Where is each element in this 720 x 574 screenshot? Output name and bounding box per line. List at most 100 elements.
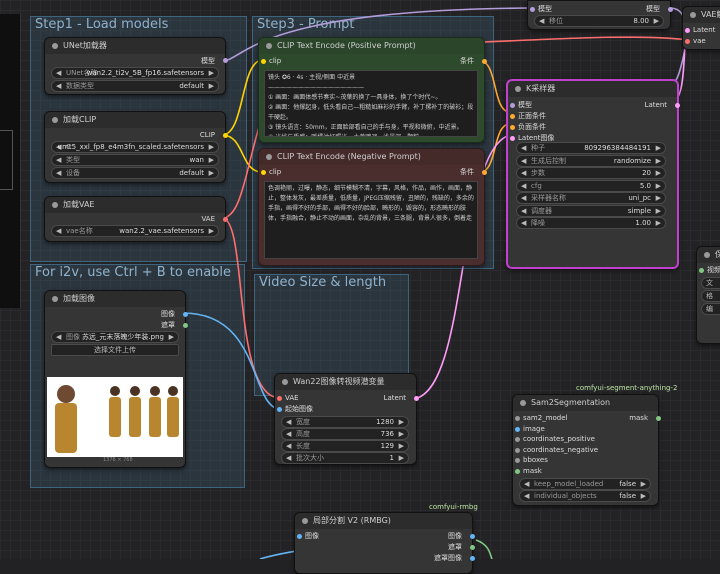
node-save-video[interactable]: 保 视频 文 格 编	[696, 246, 720, 344]
save-video-port[interactable]	[699, 268, 704, 273]
node-vae-loader[interactable]: 加载VAE VAE ◀ vae名称 wan2.2_vae.safetensors ▶	[44, 196, 228, 242]
vae-output-port[interactable]	[223, 217, 228, 222]
ksampler-output-label: Latent	[644, 101, 667, 109]
clip-type-combo[interactable]: ◀ 类型 wan ▶	[51, 154, 219, 166]
wan22-vae-input-port[interactable]	[277, 396, 282, 401]
node-clip-loader[interactable]: 加载CLIP CLIP ◀ Cumt5_xxl_fp8_e4m3fn_scaled…	[44, 111, 228, 183]
rmbg-output-image-port[interactable]	[470, 534, 475, 539]
rmbg-output-maskimage-label: 遮罩图像	[434, 554, 462, 562]
node-sam2-segmentation[interactable]: Sam2Segmentation mask sam2_model image coo…	[512, 394, 661, 506]
ksampler-widget-0[interactable]: ◀ 种子 809296384484191 ▶	[516, 142, 666, 154]
load-image-output-image-label: 图像	[161, 310, 175, 318]
node-save-title: 保	[697, 247, 720, 263]
pos-output-port[interactable]	[482, 59, 487, 64]
node-model-sampling[interactable]: 模型 模型 ◀ 移位 8.00 ▶	[527, 0, 673, 30]
wan22-start-image-port[interactable]	[277, 407, 282, 412]
sam-input-5-port[interactable]	[515, 468, 520, 474]
wan22-widget-2[interactable]: ◀ 长度 129 ▶	[281, 440, 409, 452]
neg-clip-input-label: clip	[269, 168, 282, 176]
ksampler-widget-4[interactable]: ◀ 采样器名称 uni_pc ▶	[516, 192, 666, 204]
link-clip-pos	[221, 59, 263, 136]
load-image-output-mask-label: 遮罩	[161, 321, 175, 329]
ksampler-widget-6[interactable]: ◀ 降噪 1.00 ▶	[516, 217, 666, 229]
neg-clip-input-port[interactable]	[261, 170, 266, 175]
ksampler-input-0-port[interactable]	[510, 103, 515, 108]
wan22-start-image-label: 起始图像	[285, 405, 313, 413]
sam-widget-1[interactable]: ◀ individual_objects false ▶	[519, 490, 651, 502]
node-load-image[interactable]: 加载图像 图像 遮罩 ◀ 图像 苏远_元末落魄少年装.png ▶ 选择文件上传 137…	[44, 290, 188, 468]
unet-output-port[interactable]	[223, 58, 228, 63]
rmbg-image-input-port[interactable]	[297, 534, 302, 539]
node-unet-loader[interactable]: UNet加载器 模型 ◀ UNet名称 wan2.2_ti2v_5B_fp16.sa…	[44, 37, 228, 95]
image-size-label: 1376 × 768	[103, 457, 133, 463]
rmbg-output-mask-label: 遮罩	[448, 543, 462, 551]
ksampler-input-2-label: 负面条件	[518, 123, 546, 131]
load-image-output-mask-port[interactable]	[183, 323, 188, 328]
sam-input-1-port[interactable]	[515, 426, 520, 432]
vae-name-combo[interactable]: ◀ vae名称 wan2.2_vae.safetensors ▶	[51, 225, 219, 237]
ksampler-widget-1[interactable]: ◀ 生成后控制 randomize ▶	[516, 154, 666, 167]
pos-output-label: 条件	[460, 57, 474, 65]
sam-input-0-port[interactable]	[515, 416, 520, 421]
rmbg-output-mask-port[interactable]	[470, 545, 475, 550]
neg-output-label: 条件	[460, 168, 474, 176]
model-sampling-output-label: 模型	[646, 5, 660, 13]
positive-prompt-textarea[interactable]: 镜头 ✪6 · 4s · 主视/侧面 中近景 ———————————————— …	[264, 70, 478, 137]
clip-device-combo[interactable]: ◀ 设备 default ▶	[51, 167, 219, 179]
ksampler-input-2-port[interactable]	[510, 125, 515, 130]
save-format-combo[interactable]: 格	[701, 290, 720, 302]
vaedec-latent-label: Latent	[693, 26, 716, 34]
unet-dtype-combo[interactable]: ◀ 数据类型 default ▶	[51, 80, 219, 92]
wan22-output-port[interactable]	[414, 396, 419, 401]
save-filename-field[interactable]: 文	[701, 277, 720, 289]
link-mask-rmbg	[475, 539, 493, 559]
load-image-file-combo[interactable]: ◀ 图像 苏远_元末落魄少年装.png ▶	[51, 331, 179, 343]
ksampler-input-1-port[interactable]	[510, 114, 515, 119]
sam-output-port[interactable]	[656, 416, 661, 421]
model-sampling-input-port[interactable]	[530, 7, 535, 12]
node-positive-prompt[interactable]: CLIP Text Encode (Positive Prompt) clip …	[258, 37, 487, 143]
clip-output-port[interactable]	[223, 133, 228, 138]
preview-figures	[55, 385, 179, 453]
wan22-widget-1[interactable]: ◀ 高度 736 ▶	[281, 428, 409, 440]
negative-prompt-textarea[interactable]: 色调艳丽，过曝，静态，细节模糊不清，字幕，风格，作品，画作，画面，静止，整体发灰…	[264, 181, 478, 259]
node-rmbg[interactable]: 局部分割 V2 (RMBG) 图像 图像 遮罩 遮罩图像	[294, 512, 475, 574]
sam-input-3-port[interactable]	[515, 447, 520, 453]
sam-input-4-port[interactable]	[515, 458, 520, 463]
wan22-widget-3[interactable]: ◀ 批次大小 1 ▶	[281, 452, 409, 464]
model-sampling-input-label: 模型	[538, 5, 552, 13]
sam-input-5-label: mask	[523, 466, 542, 475]
sam-input-2-port[interactable]	[515, 437, 520, 442]
upload-button[interactable]: 选择文件上传	[51, 344, 179, 356]
sam-input-2-label: coordinates_positive	[523, 435, 595, 443]
pos-clip-input-port[interactable]	[261, 59, 266, 64]
save-codec-combo[interactable]: 编	[701, 303, 720, 315]
ksampler-input-3-port[interactable]	[510, 136, 515, 141]
vaedec-vae-port[interactable]	[685, 39, 690, 44]
node-sam2-title: Sam2Segmentation	[513, 395, 658, 411]
node-unet-title: UNet加载器	[45, 38, 225, 54]
rmbg-output-image-label: 图像	[448, 532, 462, 540]
sam-input-3-label: coordinates_negative	[523, 445, 599, 454]
sam-widget-0[interactable]: ◀ keep_model_loaded false ▶	[519, 478, 651, 490]
node-vae-title: 加载VAE	[45, 197, 225, 213]
neg-output-port[interactable]	[482, 170, 487, 175]
ksampler-widget-3[interactable]: ◀ cfg 5.0 ▶	[516, 179, 666, 192]
node-clip-title: 加载CLIP	[45, 112, 225, 128]
ksampler-widget-2[interactable]: ◀ 步数 20 ▶	[516, 167, 666, 179]
load-image-output-image-port[interactable]	[183, 312, 188, 317]
ksampler-output-port[interactable]	[675, 103, 680, 108]
clip-name-combo[interactable]: ◀ Cumt5_xxl_fp8_e4m3fn_scaled.safetensors…	[51, 141, 219, 153]
wan22-widget-0[interactable]: ◀ 宽度 1280 ▶	[281, 416, 409, 428]
shift-number[interactable]: ◀ 移位 8.00 ▶	[534, 15, 664, 27]
unet-name-combo[interactable]: ◀ UNet名称 wan2.2_ti2v_5B_fp16.safetensors ▶	[51, 67, 219, 79]
node-negative-prompt[interactable]: CLIP Text Encode (Negative Prompt) clip …	[258, 148, 487, 266]
unet-output-label: 模型	[201, 57, 215, 65]
vaedec-latent-port[interactable]	[685, 28, 690, 33]
node-ksampler[interactable]: K采样器 Latent 模型 正面条件 负面条件 Latent图像 ◀ 种子 809296…	[506, 79, 680, 269]
node-wan22-latent[interactable]: Wan22图像转视频潜变量 VAE Latent 起始图像 ◀ 宽度 1280 ▶ ◀ 高…	[274, 373, 419, 465]
wan22-vae-input-label: VAE	[285, 394, 299, 402]
node-vae-decode[interactable]: VAE解 Latent vae	[682, 6, 720, 50]
model-sampling-output-port[interactable]	[668, 7, 673, 12]
ksampler-widget-5[interactable]: ◀ 调度器 simple ▶	[516, 204, 666, 217]
